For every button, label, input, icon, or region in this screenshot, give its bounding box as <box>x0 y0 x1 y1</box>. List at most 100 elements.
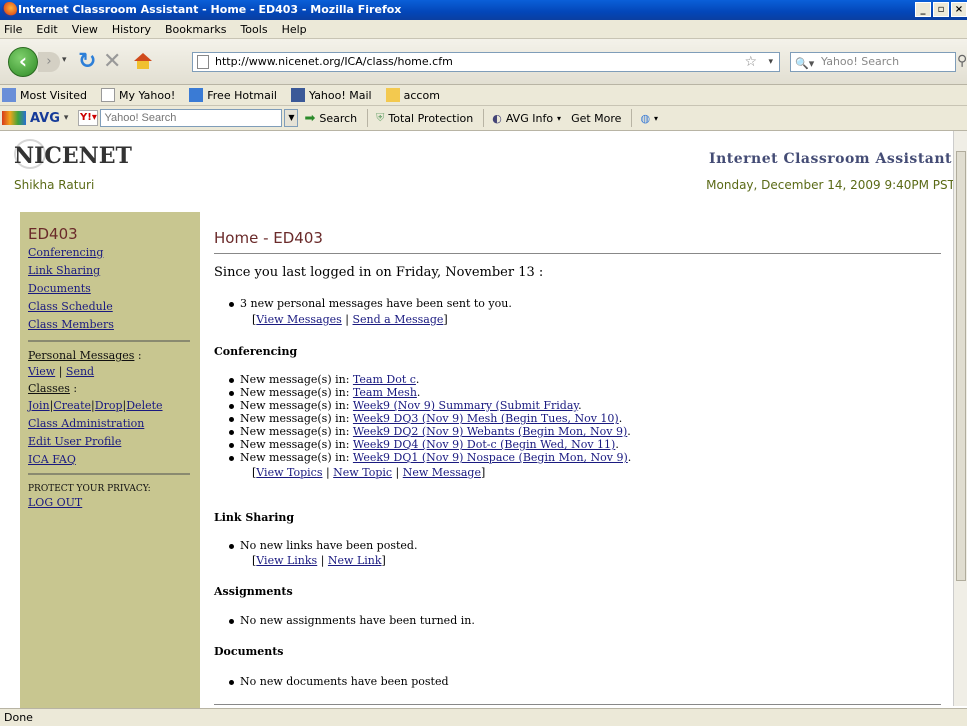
menu-edit[interactable]: Edit <box>36 23 57 36</box>
conference-item: New message(s) in: Week9 DQ2 (Nov 9) Web… <box>229 425 631 438</box>
window-titlebar: Internet Classroom Assistant - Home - ED… <box>0 0 967 20</box>
class-administration-link[interactable]: Class Administration <box>28 417 144 430</box>
menu-tools[interactable]: Tools <box>240 23 267 36</box>
sidebar-item-link-sharing[interactable]: Link Sharing <box>28 264 100 277</box>
new-message-link[interactable]: New Message <box>403 466 481 479</box>
view-messages-link[interactable]: View <box>28 365 55 378</box>
back-button[interactable]: ‹ <box>8 47 38 77</box>
view-messages-link[interactable]: View Messages <box>256 313 342 326</box>
logout-link[interactable]: LOG OUT <box>28 496 82 509</box>
conference-item: New message(s) in: Week9 DQ4 (Nov 9) Dot… <box>229 438 619 451</box>
bookmarks-toolbar: Most Visited My Yahoo! Free Hotmail Yaho… <box>0 85 967 106</box>
stop-button[interactable]: ✕ <box>103 49 121 75</box>
classes-actions: Join|Create|Drop|Delete <box>28 399 163 412</box>
messages-actions: [View Messages | Send a Message] <box>252 313 448 326</box>
maximize-button[interactable]: ▫ <box>933 2 949 17</box>
yahoo-icon[interactable]: Y!▾ <box>78 110 99 126</box>
search-arrow-icon: ➡ <box>304 110 316 126</box>
menu-help[interactable]: Help <box>282 23 307 36</box>
menu-bookmarks[interactable]: Bookmarks <box>165 23 226 36</box>
window-title: Internet Classroom Assistant - Home - ED… <box>18 3 402 16</box>
sidebar-divider <box>28 340 190 342</box>
classes-label: Classes : <box>28 382 78 395</box>
total-protection-button[interactable]: ⛨ Total Protection <box>376 111 473 125</box>
url-bar[interactable]: http://www.nicenet.org/ICA/class/home.cf… <box>192 52 780 72</box>
page-icon <box>197 55 209 69</box>
send-a-message-link[interactable]: Send a Message <box>353 313 444 326</box>
sidebar-item-documents[interactable]: Documents <box>28 282 91 295</box>
new-topic-link[interactable]: New Topic <box>333 466 392 479</box>
get-more-button[interactable]: Get More <box>571 112 621 125</box>
ica-faq-link[interactable]: ICA FAQ <box>28 453 76 466</box>
conferencing-heading: Conferencing <box>214 345 298 358</box>
avg-extra-button[interactable]: ◍ ▾ <box>640 112 658 125</box>
messages-actions: View | Send <box>28 365 95 378</box>
topic-link[interactable]: Team Mesh <box>353 386 417 399</box>
status-text: Done <box>4 711 33 724</box>
topic-link[interactable]: Week9 DQ1 (Nov 9) Nospace (Begin Mon, No… <box>353 451 628 464</box>
links-item: No new links have been posted. <box>228 539 418 552</box>
status-bar: Done <box>0 708 967 726</box>
sidebar-item-class-members[interactable]: Class Members <box>28 318 114 331</box>
search-icon[interactable]: ⚲ <box>957 53 967 69</box>
drop-class-link[interactable]: Drop <box>95 399 123 412</box>
hotmail-icon <box>189 88 204 102</box>
search-box[interactable]: 🔍▾ Yahoo! Search <box>790 52 956 72</box>
join-class-link[interactable]: Join <box>28 399 50 412</box>
conference-item: New message(s) in: Team Dot c. <box>228 373 420 386</box>
globe-icon: ◍ <box>640 111 651 125</box>
scrollbar-thumb[interactable] <box>956 151 966 581</box>
conferencing-actions: [View Topics | New Topic | New Message] <box>252 466 486 479</box>
topic-link[interactable]: Team Dot c <box>353 373 416 386</box>
conference-item: New message(s) in: Team Mesh. <box>228 386 421 399</box>
bookmark-yahoo-mail[interactable]: Yahoo! Mail <box>290 88 372 102</box>
avg-info-button[interactable]: ◐ AVG Info ▾ <box>492 112 561 125</box>
avg-search-button[interactable]: ➡ Search <box>304 111 357 126</box>
nicenet-logo[interactable]: NICENET <box>14 143 132 169</box>
bookmark-accom[interactable]: accom <box>385 88 440 102</box>
avg-search-input[interactable] <box>100 109 283 127</box>
delete-class-link[interactable]: Delete <box>126 399 162 412</box>
sidebar-item-conferencing[interactable]: Conferencing <box>28 246 103 259</box>
since-last-login: Since you last logged in on Friday, Nove… <box>214 265 544 280</box>
new-link-link[interactable]: New Link <box>328 554 382 567</box>
page-title: Home - ED403 <box>214 229 323 247</box>
topic-link[interactable]: Week9 (Nov 9) Summary (Submit Friday <box>353 399 578 412</box>
bookmark-my-yahoo[interactable]: My Yahoo! <box>100 88 175 102</box>
bookmark-free-hotmail[interactable]: Free Hotmail <box>189 88 277 102</box>
sidebar-item-class-schedule[interactable]: Class Schedule <box>28 300 113 313</box>
search-placeholder: Yahoo! Search <box>821 55 900 68</box>
view-links-link[interactable]: View Links <box>256 554 317 567</box>
personal-messages-label: Personal Messages : <box>28 349 142 362</box>
documents-heading: Documents <box>214 645 284 658</box>
title-divider <box>214 253 941 254</box>
documents-item: No new documents have been posted <box>229 675 449 688</box>
avg-logo[interactable]: AVG ▾ <box>2 111 68 126</box>
edit-user-profile-link[interactable]: Edit User Profile <box>28 435 121 448</box>
menu-file[interactable]: File <box>4 23 22 36</box>
menu-view[interactable]: View <box>72 23 98 36</box>
menu-history[interactable]: History <box>112 23 151 36</box>
history-dropdown-icon[interactable]: ▾ <box>62 55 67 65</box>
minimize-button[interactable]: _ <box>915 2 931 17</box>
most-visited-icon <box>2 88 16 102</box>
send-message-link[interactable]: Send <box>66 365 94 378</box>
close-button[interactable]: × <box>951 2 967 17</box>
reload-button[interactable]: ↻ <box>78 49 96 75</box>
window-controls: _ ▫ × <box>915 2 967 17</box>
bookmark-most-visited[interactable]: Most Visited <box>2 88 87 102</box>
search-engine-icon[interactable]: 🔍▾ <box>795 55 814 73</box>
vertical-scrollbar[interactable] <box>953 131 967 706</box>
avg-search-dropdown-icon[interactable]: ▼ <box>284 109 299 127</box>
home-button[interactable] <box>134 53 152 69</box>
bookmark-star-icon[interactable]: ☆ <box>744 53 757 71</box>
shield-icon: ⛨ <box>376 111 385 124</box>
topic-link[interactable]: Week9 DQ3 (Nov 9) Mesh (Begin Tues, Nov … <box>353 412 619 425</box>
class-sidebar: ED403 Conferencing Link Sharing Document… <box>20 212 200 714</box>
create-class-link[interactable]: Create <box>53 399 91 412</box>
view-topics-link[interactable]: View Topics <box>256 466 322 479</box>
topic-link[interactable]: Week9 DQ2 (Nov 9) Webants (Begin Mon, No… <box>353 425 627 438</box>
forward-button[interactable]: › <box>38 52 60 72</box>
topic-link[interactable]: Week9 DQ4 (Nov 9) Dot-c (Begin Wed, Nov … <box>353 438 615 451</box>
url-dropdown-icon[interactable]: ▾ <box>768 53 773 71</box>
